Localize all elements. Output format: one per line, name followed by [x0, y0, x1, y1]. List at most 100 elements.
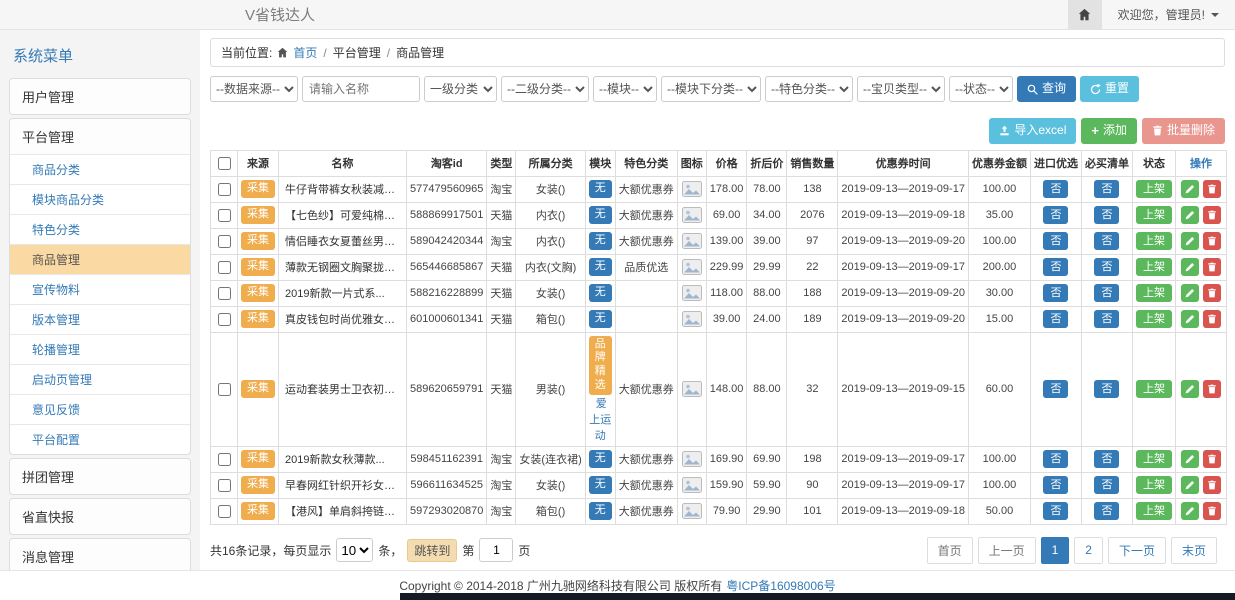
- module-badge[interactable]: 品牌精选: [589, 336, 612, 395]
- module-badge[interactable]: 无: [589, 284, 612, 302]
- import-select-toggle[interactable]: 否: [1043, 284, 1068, 302]
- module-badge[interactable]: 无: [589, 476, 612, 494]
- status-button[interactable]: 上架: [1136, 232, 1172, 250]
- sidebar-item[interactable]: 商品管理: [10, 244, 190, 274]
- delete-button[interactable]: [1203, 258, 1221, 276]
- edit-button[interactable]: [1181, 284, 1199, 302]
- status-button[interactable]: 上架: [1136, 310, 1172, 328]
- status-button[interactable]: 上架: [1136, 284, 1172, 302]
- status-button[interactable]: 上架: [1136, 450, 1172, 468]
- breadcrumb-home-link[interactable]: 首页: [293, 44, 317, 61]
- edit-button[interactable]: [1181, 476, 1199, 494]
- feature-select[interactable]: --特色分类--: [765, 76, 853, 102]
- row-checkbox[interactable]: [218, 505, 231, 518]
- page-number[interactable]: 1: [1041, 537, 1070, 564]
- sidebar-item[interactable]: 特色分类: [10, 214, 190, 244]
- module-badge[interactable]: 无: [589, 258, 612, 276]
- status-button[interactable]: 上架: [1136, 502, 1172, 520]
- delete-button[interactable]: [1203, 502, 1221, 520]
- status-button[interactable]: 上架: [1136, 206, 1172, 224]
- delete-button[interactable]: [1203, 206, 1221, 224]
- data-source-select[interactable]: --数据来源--: [210, 76, 298, 102]
- module-badge[interactable]: 无: [589, 180, 612, 198]
- status-button[interactable]: 上架: [1136, 180, 1172, 198]
- row-checkbox[interactable]: [218, 479, 231, 492]
- must-buy-toggle[interactable]: 否: [1094, 476, 1119, 494]
- edit-button[interactable]: [1181, 310, 1199, 328]
- row-checkbox[interactable]: [218, 235, 231, 248]
- row-checkbox[interactable]: [218, 453, 231, 466]
- must-buy-toggle[interactable]: 否: [1094, 206, 1119, 224]
- delete-button[interactable]: [1203, 180, 1221, 198]
- sidebar-item[interactable]: 拼团管理: [10, 459, 190, 494]
- must-buy-toggle[interactable]: 否: [1094, 180, 1119, 198]
- must-buy-toggle[interactable]: 否: [1094, 310, 1119, 328]
- sidebar-item[interactable]: 平台配置: [10, 424, 190, 454]
- reset-button[interactable]: 重置: [1080, 76, 1139, 102]
- category2-select[interactable]: --二级分类--: [501, 76, 589, 102]
- delete-button[interactable]: [1203, 284, 1221, 302]
- delete-button[interactable]: [1203, 310, 1221, 328]
- must-buy-toggle[interactable]: 否: [1094, 232, 1119, 250]
- module-badge[interactable]: 无: [589, 232, 612, 250]
- sidebar-item[interactable]: 启动页管理: [10, 364, 190, 394]
- import-select-toggle[interactable]: 否: [1043, 380, 1068, 398]
- module-badge[interactable]: 无: [589, 450, 612, 468]
- module-badge[interactable]: 无: [589, 310, 612, 328]
- must-buy-toggle[interactable]: 否: [1094, 258, 1119, 276]
- icp-link[interactable]: 粤ICP备16098006号: [726, 577, 835, 594]
- status-button[interactable]: 上架: [1136, 380, 1172, 398]
- sidebar-item[interactable]: 商品分类: [10, 154, 190, 184]
- edit-button[interactable]: [1181, 206, 1199, 224]
- edit-button[interactable]: [1181, 232, 1199, 250]
- sidebar-item[interactable]: 省直快报: [10, 499, 190, 534]
- import-select-toggle[interactable]: 否: [1043, 476, 1068, 494]
- import-select-toggle[interactable]: 否: [1043, 502, 1068, 520]
- edit-button[interactable]: [1181, 502, 1199, 520]
- import-select-toggle[interactable]: 否: [1043, 206, 1068, 224]
- must-buy-toggle[interactable]: 否: [1094, 284, 1119, 302]
- import-select-toggle[interactable]: 否: [1043, 310, 1068, 328]
- page-input[interactable]: [479, 538, 513, 562]
- category1-select[interactable]: 一级分类: [424, 76, 497, 102]
- status-button[interactable]: 上架: [1136, 258, 1172, 276]
- sidebar-item[interactable]: 版本管理: [10, 304, 190, 334]
- edit-button[interactable]: [1181, 180, 1199, 198]
- edit-button[interactable]: [1181, 258, 1199, 276]
- import-select-toggle[interactable]: 否: [1043, 258, 1068, 276]
- user-menu[interactable]: 欢迎您，管理员!: [1102, 0, 1235, 29]
- must-buy-toggle[interactable]: 否: [1094, 502, 1119, 520]
- sidebar-item[interactable]: 意见反馈: [10, 394, 190, 424]
- import-select-toggle[interactable]: 否: [1043, 450, 1068, 468]
- must-buy-toggle[interactable]: 否: [1094, 380, 1119, 398]
- page-prev[interactable]: 上一页: [978, 537, 1036, 564]
- module-sub-select[interactable]: --模块下分类--: [661, 76, 761, 102]
- page-next[interactable]: 下一页: [1108, 537, 1166, 564]
- add-button[interactable]: + 添加: [1081, 118, 1137, 144]
- import-excel-button[interactable]: 导入excel: [989, 118, 1076, 144]
- jump-button[interactable]: 跳转到: [407, 539, 457, 562]
- module-select[interactable]: --模块--: [593, 76, 657, 102]
- search-button[interactable]: 查询: [1017, 76, 1076, 102]
- row-checkbox[interactable]: [218, 261, 231, 274]
- row-checkbox[interactable]: [218, 209, 231, 222]
- page-last[interactable]: 末页: [1171, 537, 1217, 564]
- module-badge[interactable]: 无: [589, 502, 612, 520]
- row-checkbox[interactable]: [218, 287, 231, 300]
- must-buy-toggle[interactable]: 否: [1094, 450, 1119, 468]
- per-page-select[interactable]: 10: [336, 538, 373, 562]
- import-select-toggle[interactable]: 否: [1043, 180, 1068, 198]
- row-checkbox[interactable]: [218, 313, 231, 326]
- status-button[interactable]: 上架: [1136, 476, 1172, 494]
- status-select[interactable]: --状态--: [949, 76, 1013, 102]
- delete-button[interactable]: [1203, 450, 1221, 468]
- row-checkbox[interactable]: [218, 383, 231, 396]
- item-type-select[interactable]: --宝贝类型--: [857, 76, 945, 102]
- sidebar-item[interactable]: 宣传物料: [10, 274, 190, 304]
- delete-button[interactable]: [1203, 232, 1221, 250]
- import-select-toggle[interactable]: 否: [1043, 232, 1068, 250]
- sidebar-item[interactable]: 用户管理: [10, 79, 190, 114]
- delete-button[interactable]: [1203, 476, 1221, 494]
- home-button[interactable]: [1068, 0, 1102, 29]
- batch-delete-button[interactable]: 批量删除: [1142, 118, 1225, 144]
